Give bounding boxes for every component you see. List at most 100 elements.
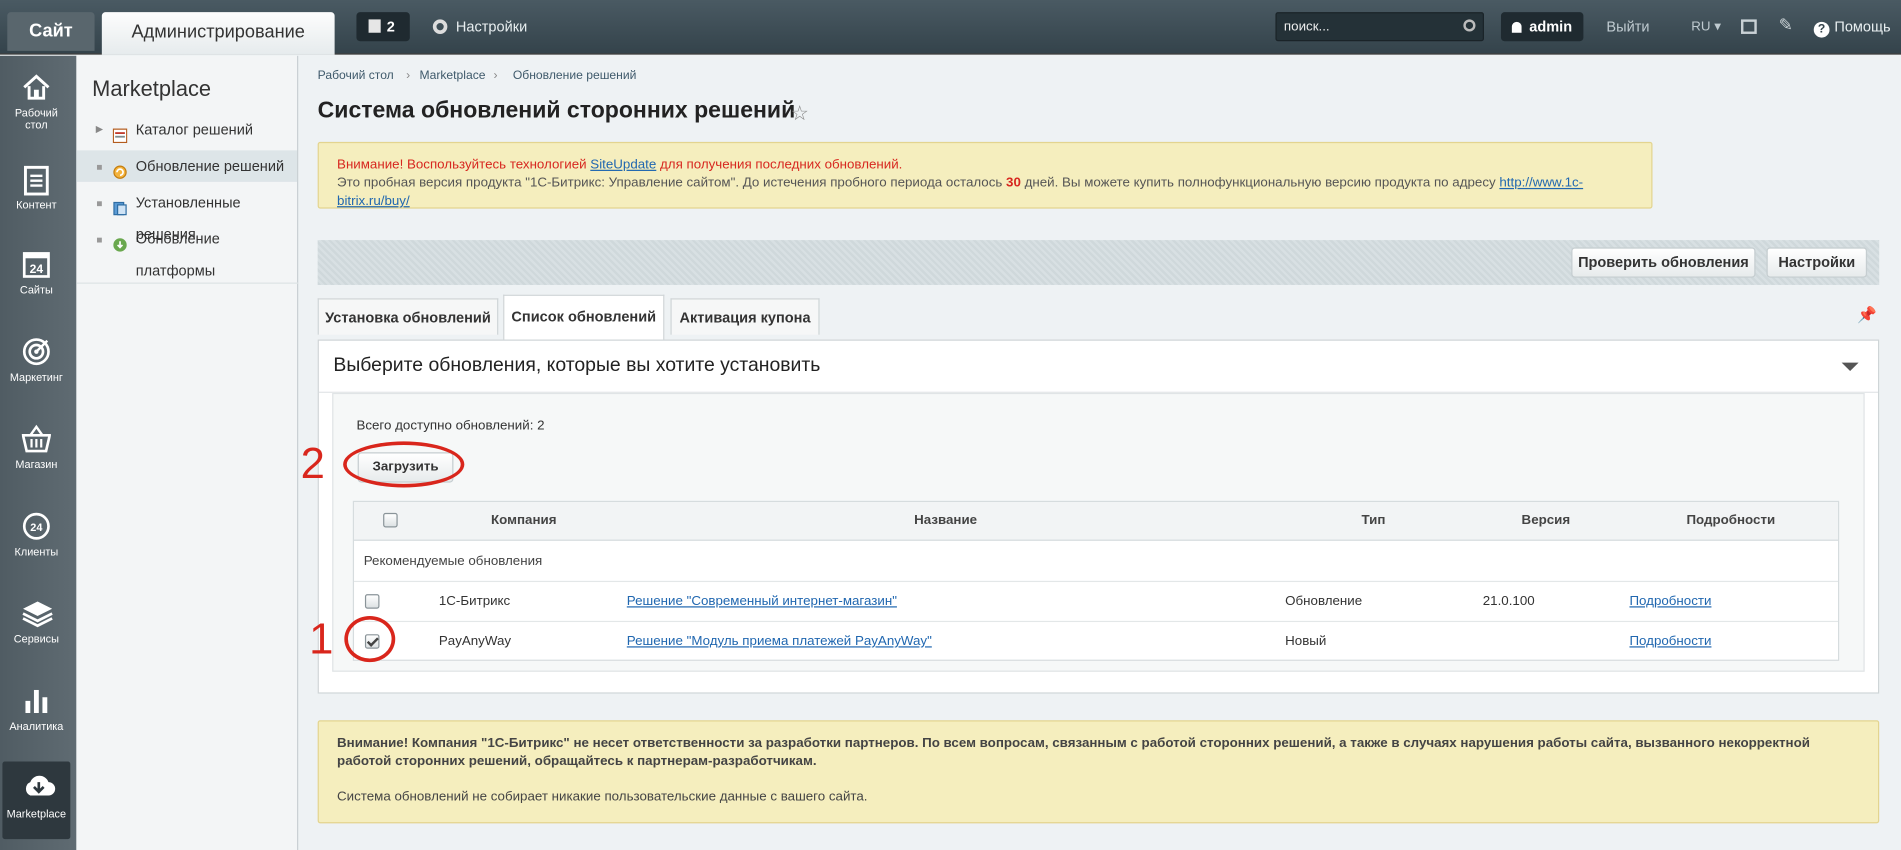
menu-item-update-solutions[interactable]: Обновление решений xyxy=(76,150,298,182)
menu-title: Marketplace xyxy=(92,76,212,101)
favorite-star-icon[interactable]: ☆ xyxy=(790,102,808,126)
gear-icon xyxy=(432,19,448,34)
document-icon xyxy=(22,165,51,196)
nav-analytics-label: Аналитика xyxy=(9,720,64,733)
menu-item-catalog[interactable]: ▶ Каталог решений xyxy=(76,114,297,146)
menu-item-installed[interactable]: Установленные решения xyxy=(76,187,297,243)
panel-heading: Выберите обновления, которые вы хотите у… xyxy=(333,355,821,376)
keyboard-icon[interactable] xyxy=(1741,19,1757,34)
breadcrumb-item[interactable]: Рабочий стол xyxy=(318,69,394,82)
updates-table: Компания Название Тип Версия Подробности… xyxy=(352,500,1840,662)
annotation-ellipse xyxy=(343,441,465,488)
page-title: Система обновлений сторонних решений xyxy=(317,98,796,124)
app-window: Сайт Администрирование 2 Настройки поиск… xyxy=(0,0,1901,850)
partner-disclaimer: Внимание! Компания "1С-Битрикс" не несет… xyxy=(317,720,1880,824)
column-header-version[interactable]: Версия xyxy=(1522,513,1571,528)
column-header-company[interactable]: Компания xyxy=(491,513,556,528)
left-icon-bar: Рабочий стол Контент 24 Сайты Маркетинг xyxy=(0,55,77,850)
nav-marketing[interactable]: Маркетинг xyxy=(0,337,73,383)
siteupdate-link[interactable]: SiteUpdate xyxy=(590,158,656,173)
warning-text: Внимание! Воспользуйтесь технологией xyxy=(337,157,591,173)
search-icon[interactable] xyxy=(1463,19,1476,32)
trial-warning: Внимание! Воспользуйтесь технологией Sit… xyxy=(317,141,1653,211)
breadcrumb-item[interactable]: Обновление решений xyxy=(513,69,637,82)
row-details-link[interactable]: Подробности xyxy=(1629,634,1711,649)
logout-link[interactable]: Выйти xyxy=(1606,12,1649,41)
help-button[interactable]: ? Помощь xyxy=(1813,12,1891,41)
row-name-link[interactable]: Решение "Современный интернет-магазин" xyxy=(627,594,897,609)
disclaimer-text: Внимание! Компания "1С-Битрикс" не несет… xyxy=(337,736,1810,769)
nav-clients-label: Клиенты xyxy=(14,545,59,558)
calendar-24-icon: 24 xyxy=(22,250,51,279)
breadcrumb-separator: › xyxy=(493,69,498,83)
user-button[interactable]: admin xyxy=(1500,12,1584,42)
language-selector[interactable]: RU ▾ xyxy=(1691,12,1721,41)
search-input[interactable]: поиск... xyxy=(1275,12,1484,42)
menu-item-platform-update[interactable]: Обновление платформы xyxy=(76,223,297,279)
nav-sites-label: Сайты xyxy=(19,283,53,296)
action-toolbar: Проверить обновления Настройки xyxy=(317,240,1880,285)
nav-services[interactable]: Сервисы xyxy=(0,599,73,645)
tab-install-updates[interactable]: Установка обновлений xyxy=(317,298,499,335)
nav-desktop[interactable]: Рабочий стол xyxy=(0,73,73,131)
settings-menu-button[interactable]: Настройки xyxy=(432,12,527,41)
nav-shop-label: Магазин xyxy=(15,458,58,471)
user-label: admin xyxy=(1529,18,1573,36)
group-row-recommended: Рекомендуемые обновления xyxy=(354,542,1838,583)
pin-tabs-icon[interactable]: 📌 xyxy=(1857,306,1877,325)
user-icon xyxy=(1512,21,1522,33)
updates-panel: Выберите обновления, которые вы хотите у… xyxy=(317,339,1880,694)
target-icon xyxy=(22,337,51,366)
home-icon xyxy=(22,73,51,102)
nav-marketing-label: Маркетинг xyxy=(9,371,63,384)
menu-item-label: Обновление платформы xyxy=(135,230,220,279)
collapse-arrow-icon[interactable] xyxy=(1841,362,1859,372)
nav-marketplace[interactable]: Marketplace xyxy=(2,761,71,840)
update-icon xyxy=(113,159,128,179)
row-type: Обновление xyxy=(1285,594,1363,609)
help-label: Помощь xyxy=(1834,18,1891,36)
section-menu: Marketplace ▶ Каталог решений Обновление… xyxy=(76,55,299,850)
column-header-details[interactable]: Подробности xyxy=(1686,513,1775,528)
trial-text: дней. Вы можете купить полнофункциональн… xyxy=(1020,175,1500,191)
nav-shop[interactable]: Магазин xyxy=(0,424,73,470)
nav-clients[interactable]: 24 Клиенты xyxy=(0,512,73,558)
nav-content-label: Контент xyxy=(16,198,57,211)
help-icon: ? xyxy=(1813,21,1830,38)
trial-text: Это пробная версия продукта "1С-Битрикс:… xyxy=(337,175,1007,191)
installed-icon xyxy=(113,195,128,216)
tab-updates-list[interactable]: Список обновлений xyxy=(503,294,665,341)
site-tab[interactable]: Сайт xyxy=(7,12,95,51)
svg-text:24: 24 xyxy=(30,522,42,534)
tab-coupon-activation[interactable]: Активация купона xyxy=(670,298,820,335)
toolbar-settings-button[interactable]: Настройки xyxy=(1766,247,1868,278)
menu-item-label: Каталог решений xyxy=(135,121,253,139)
nav-content[interactable]: Контент xyxy=(0,165,73,211)
annotation-ellipse xyxy=(344,616,396,663)
column-header-type[interactable]: Тип xyxy=(1362,513,1386,528)
pin-icon[interactable]: ✎ xyxy=(1779,15,1793,36)
nav-analytics[interactable]: Аналитика xyxy=(0,686,73,732)
expand-arrow-icon[interactable]: ▶ xyxy=(96,114,103,146)
admin-tab[interactable]: Администрирование xyxy=(101,12,335,55)
annotation-number: 2 xyxy=(300,437,325,488)
notifications-button[interactable]: 2 xyxy=(356,12,410,42)
column-header-name[interactable]: Название xyxy=(914,513,977,528)
table-row: PayAnyWay Решение "Модуль приема платеже… xyxy=(354,622,1838,662)
basket-icon xyxy=(21,424,52,453)
nav-marketplace-label: Marketplace xyxy=(6,807,67,820)
layers-icon xyxy=(22,599,53,628)
check-updates-button[interactable]: Проверить обновления xyxy=(1571,247,1756,278)
row-name-link[interactable]: Решение "Модуль приема платежей PayAnyWa… xyxy=(627,634,932,649)
select-all-checkbox[interactable] xyxy=(383,512,398,528)
row-details-link[interactable]: Подробности xyxy=(1629,594,1711,609)
menu-item-label: Обновление решений xyxy=(135,157,285,175)
nav-sites[interactable]: 24 Сайты xyxy=(0,250,73,296)
language-label: RU xyxy=(1691,19,1711,34)
row-checkbox[interactable] xyxy=(364,594,380,609)
breadcrumb-item[interactable]: Marketplace xyxy=(419,69,485,82)
warning-line-2: Это пробная версия продукта "1С-Битрикс:… xyxy=(337,175,1651,211)
warning-line-1: Внимание! Воспользуйтесь технологией Sit… xyxy=(337,156,1651,174)
warning-text: для получения последних обновлений. xyxy=(656,157,903,173)
search-placeholder: поиск... xyxy=(1283,19,1330,34)
